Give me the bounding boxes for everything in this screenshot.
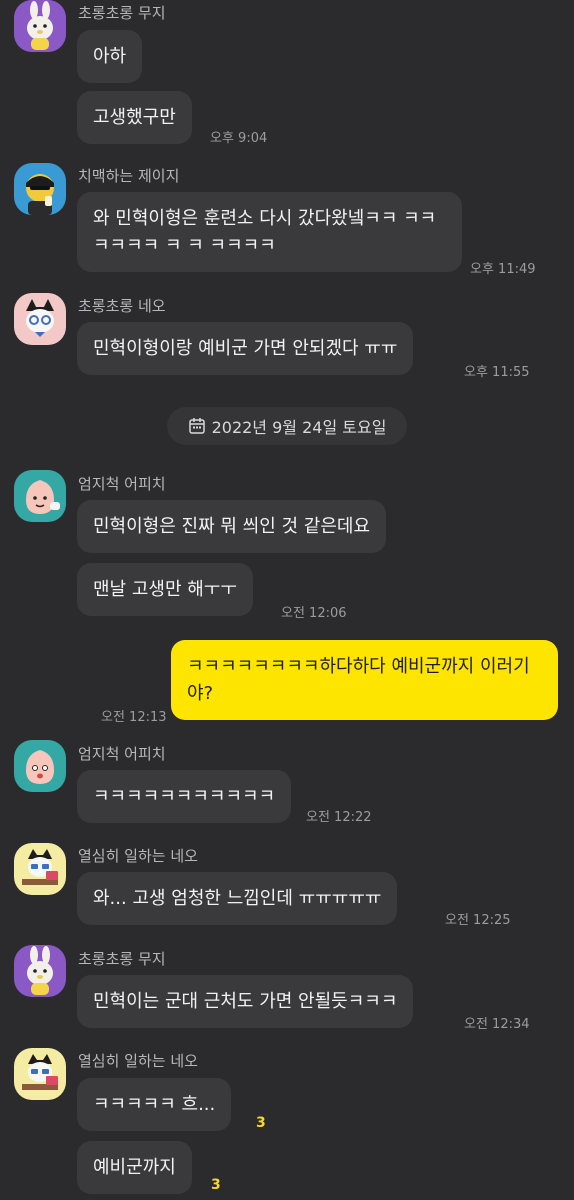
message-bubble[interactable]: 아하 <box>77 30 143 83</box>
sender-name: 열심히 일하는 네오 <box>78 1052 198 1070</box>
date-divider: 2022년 9월 24일 토요일 <box>167 407 407 445</box>
sender-name: 초롱초롱 네오 <box>78 297 166 315</box>
apeach-avatar-icon <box>14 470 66 522</box>
message-time: 오전 12:34 <box>464 1017 530 1032</box>
sender-name: 치맥하는 제이지 <box>78 167 180 185</box>
unread-count: 3 <box>211 1177 221 1193</box>
sender-name: 열심히 일하는 네오 <box>78 847 198 865</box>
message-bubble[interactable]: 민혁이는 군대 근처도 가면 안될듯ㅋㅋㅋ <box>77 975 414 1028</box>
muzi-avatar-icon <box>14 0 66 52</box>
message-time: 오전 12:06 <box>281 606 347 621</box>
message-bubble[interactable]: 민혁이형은 진짜 뭐 씌인 것 같은데요 <box>77 500 387 553</box>
muzi-avatar[interactable] <box>14 0 66 52</box>
sender-name: 초롱초롱 무지 <box>78 950 166 968</box>
neo-avatar-icon <box>14 293 66 345</box>
message-bubble[interactable]: 고생했구만 <box>77 91 192 144</box>
unread-count: 3 <box>256 1115 266 1131</box>
message-bubble[interactable]: ㅋㅋㅋㅋㅋㅋㅋㅋㅋㅋㅋ <box>77 770 292 823</box>
sender-name: 엄지척 어피치 <box>78 475 166 493</box>
sender-name: 엄지척 어피치 <box>78 745 166 763</box>
calendar-icon <box>188 418 205 434</box>
working-neo-avatar-icon <box>14 1048 66 1100</box>
message-bubble[interactable]: 예비군까지 <box>77 1141 192 1194</box>
message-bubble[interactable]: 와 민혁이형은 훈련소 다시 갔다왔넼ㅋㅋ ㅋㅋ ㅋㅋㅋㅋ ㅋ ㅋ ㅋㅋㅋㅋ <box>77 192 462 272</box>
apeach-avatar[interactable] <box>14 740 66 792</box>
message-bubble[interactable]: 와... 고생 엄청한 느낌인데 ㅠㅠㅠㅠㅠ <box>77 872 398 925</box>
message-bubble[interactable]: ㅋㅋㅋㅋㅋ 흐... <box>77 1078 232 1131</box>
neo-avatar[interactable] <box>14 293 66 345</box>
date-label: 2022년 9월 24일 토요일 <box>211 418 387 437</box>
jayg-avatar[interactable] <box>14 163 66 215</box>
message-time: 오전 12:25 <box>445 913 511 928</box>
message-time: 오후 9:04 <box>210 131 268 146</box>
apeach-avatar[interactable] <box>14 470 66 522</box>
muzi-avatar[interactable] <box>14 945 66 997</box>
muzi-avatar-icon <box>14 945 66 997</box>
sender-name: 초롱초롱 무지 <box>78 4 166 22</box>
my-message-bubble[interactable]: ㅋㅋㅋㅋㅋㅋㅋㅋ하다하다 예비군까지 이러기야? <box>171 640 558 720</box>
message-time: 오후 11:55 <box>464 365 530 380</box>
message-bubble[interactable]: 맨날 고생만 해ㅜㅜ <box>77 563 253 616</box>
apeach-avatar-icon <box>14 740 66 792</box>
message-time: 오후 11:49 <box>470 262 536 277</box>
message-bubble[interactable]: 민혁이형이랑 예비군 가면 안되겠다 ㅠㅠ <box>77 322 414 375</box>
working-neo-avatar[interactable] <box>14 843 66 895</box>
working-neo-avatar-icon <box>14 843 66 895</box>
jayg-avatar-icon <box>14 163 66 215</box>
working-neo-avatar[interactable] <box>14 1048 66 1100</box>
message-time: 오전 12:22 <box>306 810 372 825</box>
message-time: 오전 12:13 <box>101 710 167 725</box>
